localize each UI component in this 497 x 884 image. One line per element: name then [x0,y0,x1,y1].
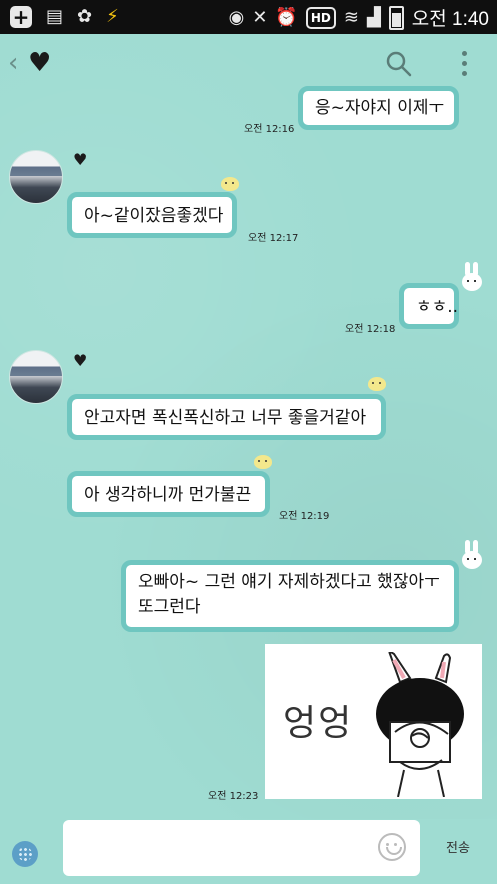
message-bubble: 아 생각하니까 먼가불끈 [67,471,270,517]
mute-icon: ✕ [252,6,268,28]
message-time: 오전 12:17 [248,233,299,244]
message-text: ㅎㅎ.. [416,297,459,317]
sticker-image[interactable]: 엉엉 [265,644,482,799]
message-text: 응~자야지 이제ㅜ [315,98,445,118]
message-time: 오전 12:19 [279,511,330,522]
crying-bunny-girl-sticker [376,652,464,797]
message-bubble: ㅎㅎ.. [399,283,459,329]
bunny-sticker-icon [462,540,482,570]
bolt-icon: ⚡ [106,6,119,27]
chat-header: ‹ ♥ [0,34,497,94]
wifi-icon: ≋ [343,6,359,28]
message-time: 오전 12:16 [244,124,295,135]
avatar[interactable] [9,350,63,404]
sender-name-heart: ♥ [73,351,88,370]
message-bubble: 응~자야지 이제ㅜ [298,86,459,130]
signal-icon: ▟ [366,6,381,28]
message-bubble: 아~같이잤음좋겠다 [67,192,237,238]
attach-plus-button[interactable] [12,841,38,867]
message-time: 오전 12:23 [208,791,259,802]
message-text: 아 생각하니까 먼가불끈 [84,485,252,505]
emoticon-icon[interactable] [378,833,406,861]
bunny-sticker-icon [462,262,482,292]
message-time: 오전 12:18 [345,324,396,335]
more-menu-icon[interactable] [462,51,468,77]
message-text: 오빠아~ 그런 얘기 자제하겠다고 했잖아ㅜ또그런다 [138,572,440,617]
send-button[interactable]: 전송 [446,837,470,856]
input-bar: 전송 [0,819,497,884]
alarm-icon: ⏰ [275,6,298,28]
message-input[interactable] [63,820,420,876]
avatar[interactable] [9,150,63,204]
battery-icon [388,5,404,30]
back-icon[interactable]: ‹ [8,48,18,78]
status-time: 오전 1:40 [411,9,489,30]
message-text: 아~같이잤음좋겠다 [84,206,224,226]
flower-icon: ✿ [77,6,93,27]
sender-name-heart: ♥ [73,150,88,169]
message-bubble: 안고자면 폭신폭신하고 너무 좋을거같아 [67,394,386,440]
message-bubble: 오빠아~ 그런 얘기 자제하겠다고 했잖아ㅜ또그런다 [121,560,459,632]
message-text: 안고자면 폭신폭신하고 너무 좋을거같아 [84,408,367,428]
sim-card-icon: ▤ [46,6,64,27]
sticker-text: 엉엉 [283,703,354,744]
chick-sticker-icon [254,455,272,469]
search-icon[interactable] [386,51,412,77]
chat-title-heart: ♥ [28,48,52,78]
plus-icon: + [10,6,32,28]
chick-sticker-icon [221,177,239,191]
status-bar: + ▤ ✿ ⚡ ◉ ✕ ⏰ HD ≋ ▟ 오전 1:40 [0,0,497,34]
hd-icon: HD [305,6,336,29]
eye-icon: ◉ [228,6,245,28]
chick-sticker-icon [368,377,386,391]
